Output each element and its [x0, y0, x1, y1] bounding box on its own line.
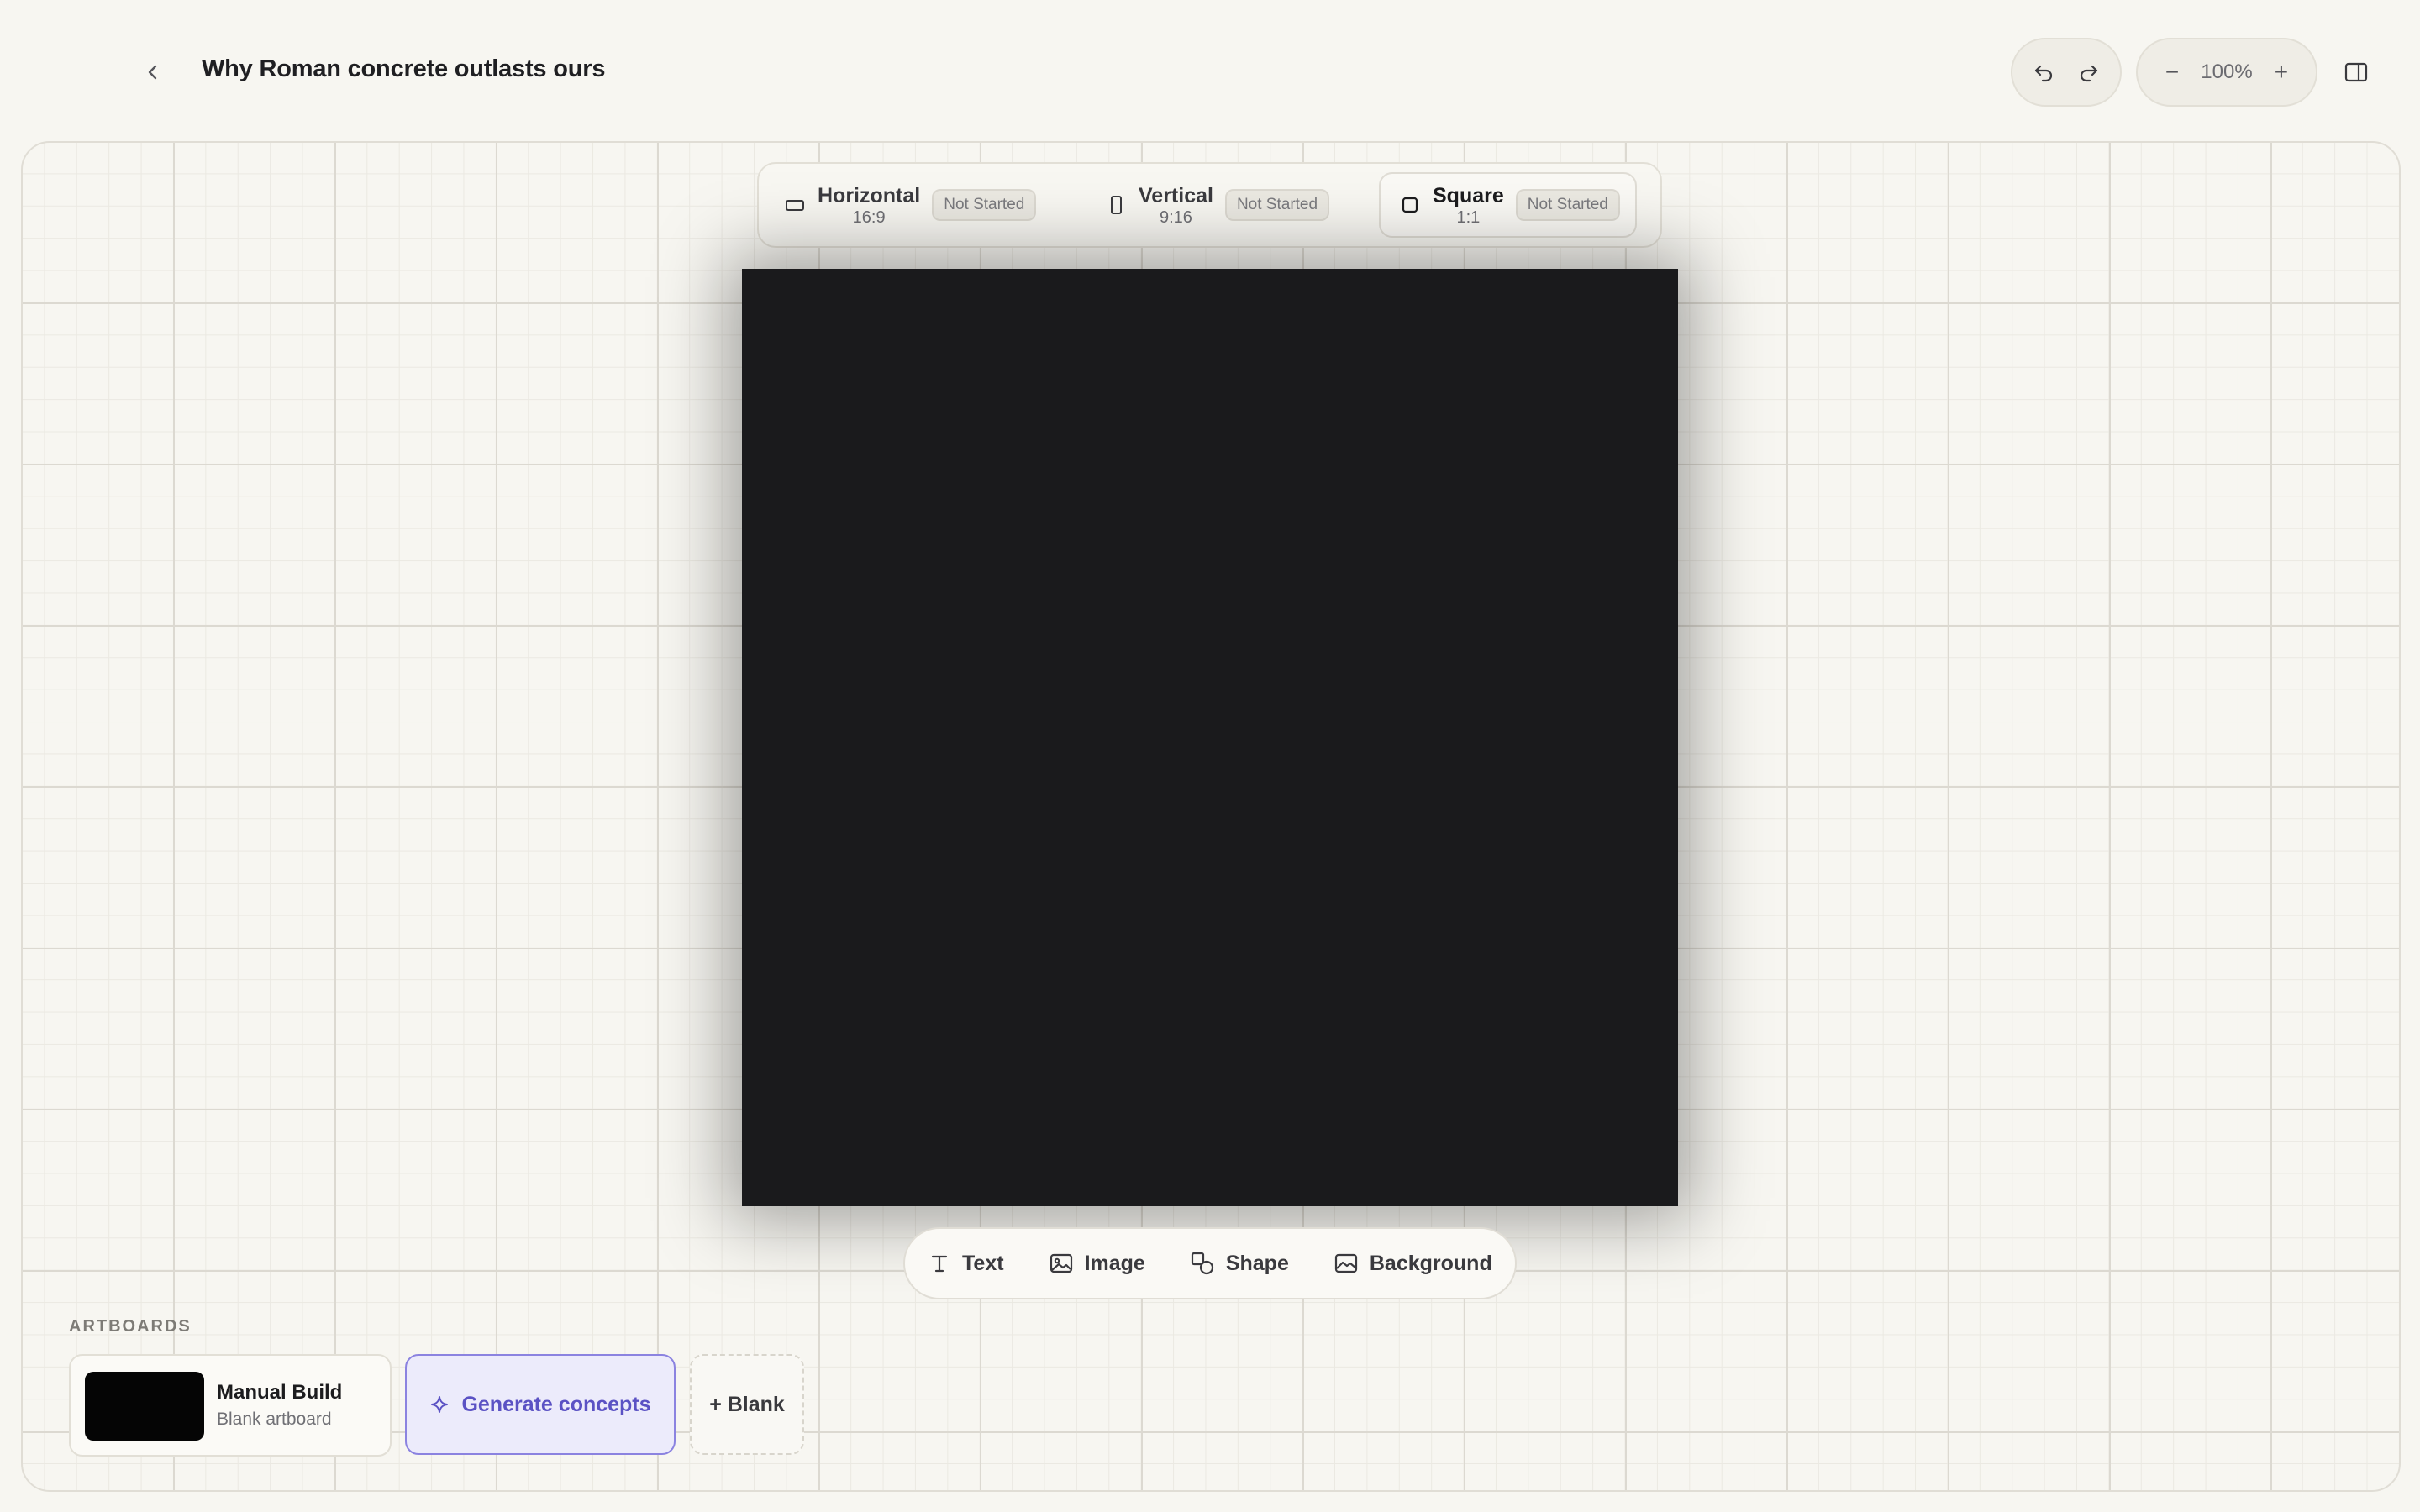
- tab-ratio: 16:9: [852, 208, 886, 227]
- back-button[interactable]: [134, 54, 171, 91]
- tool-label: Image: [1084, 1251, 1145, 1275]
- add-blank-artboard-button[interactable]: + Blank: [690, 1354, 804, 1455]
- image-tool-button[interactable]: Image: [1050, 1252, 1145, 1276]
- artboard-card-title: Manual Build: [217, 1381, 343, 1404]
- sparkle-icon: [431, 1396, 449, 1413]
- shape-tool-button[interactable]: Shape: [1191, 1252, 1289, 1276]
- generate-concepts-button[interactable]: Generate concepts: [405, 1354, 676, 1455]
- tab-square[interactable]: Square 1:1 Not Started: [1379, 172, 1637, 238]
- text-tool-button[interactable]: Text: [929, 1252, 1004, 1276]
- status-badge: Not Started: [1515, 189, 1620, 221]
- zoom-in-button[interactable]: +: [2269, 59, 2294, 86]
- zoom-level[interactable]: 100%: [2201, 60, 2252, 84]
- artboards-heading: ARTBOARDS: [69, 1317, 192, 1336]
- artboard-card[interactable]: Manual Build Blank artboard: [69, 1354, 392, 1457]
- image-icon: [1050, 1253, 1072, 1273]
- undo-icon: [2034, 65, 2053, 82]
- tool-label: Text: [962, 1251, 1004, 1275]
- tab-horizontal[interactable]: Horizontal 16:9 Not Started: [784, 172, 1037, 238]
- portrait-rect-icon: [1105, 195, 1127, 215]
- text-icon: [931, 1255, 948, 1273]
- square-icon: [1399, 195, 1421, 215]
- document-title[interactable]: Why Roman concrete outlasts ours: [202, 55, 605, 83]
- tab-name: Vertical: [1139, 184, 1213, 207]
- zoom-control: − 100% +: [2136, 38, 2317, 107]
- chevron-left-icon: [148, 65, 157, 80]
- artboard[interactable]: [742, 269, 1678, 1206]
- tab-ratio: 1:1: [1456, 208, 1481, 227]
- background-tool-button[interactable]: Background: [1334, 1252, 1492, 1276]
- tab-vertical[interactable]: Vertical 9:16 Not Started: [1105, 172, 1330, 238]
- background-icon: [1334, 1253, 1357, 1273]
- tool-label: Background: [1369, 1251, 1492, 1275]
- undo-redo-group: [2011, 38, 2122, 107]
- format-tabs: Horizontal 16:9 Not Started Vertical 9:1…: [757, 162, 1662, 248]
- status-badge: Not Started: [932, 189, 1037, 221]
- redo-icon: [2080, 65, 2098, 82]
- tab-name: Square: [1433, 184, 1504, 207]
- generate-concepts-label: Generate concepts: [461, 1392, 651, 1416]
- shape-icon: [1191, 1252, 1213, 1275]
- artboard-card-subtitle: Blank artboard: [217, 1410, 332, 1429]
- undo-button[interactable]: [2025, 54, 2062, 91]
- sidebar-toggle-icon: [2344, 62, 2368, 82]
- redo-button[interactable]: [2070, 54, 2107, 91]
- tab-ratio: 9:16: [1160, 208, 1192, 227]
- panel-toggle-button[interactable]: [2338, 54, 2375, 91]
- artboard-thumbnail: [85, 1372, 204, 1441]
- tool-label: Shape: [1225, 1251, 1289, 1275]
- zoom-out-button[interactable]: −: [2160, 59, 2185, 86]
- insert-toolbar: Text Image Shape Background: [903, 1227, 1517, 1299]
- landscape-rect-icon: [784, 195, 806, 215]
- tab-name: Horizontal: [818, 184, 921, 207]
- status-badge: Not Started: [1224, 189, 1330, 221]
